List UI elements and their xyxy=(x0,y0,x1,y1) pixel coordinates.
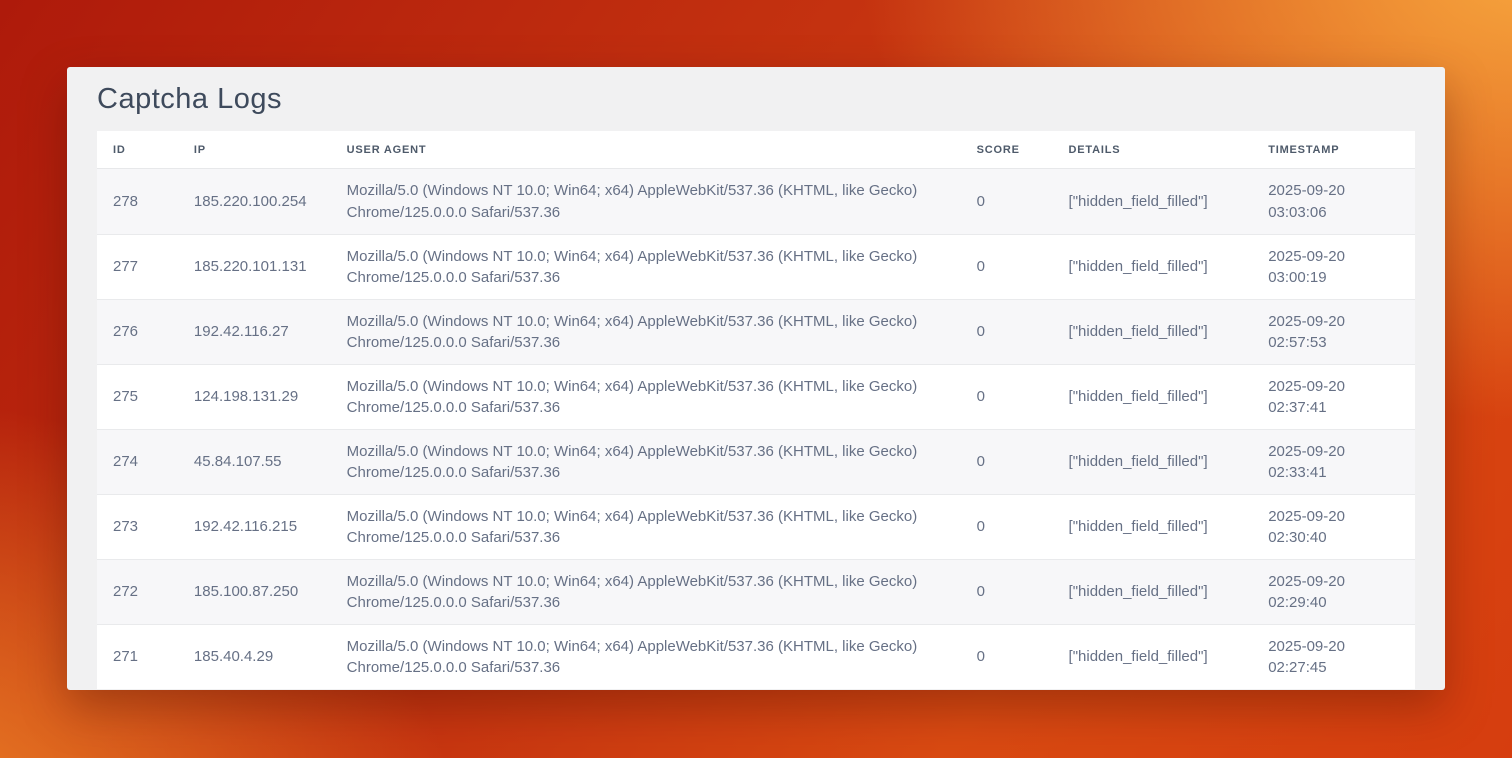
captcha-logs-table: ID IP USER AGENT SCORE DETAILS TIMESTAMP… xyxy=(97,131,1415,689)
table-row: 274 45.84.107.55 Mozilla/5.0 (Windows NT… xyxy=(97,429,1415,494)
cell-score: 0 xyxy=(961,299,1053,364)
cell-user-agent: Mozilla/5.0 (Windows NT 10.0; Win64; x64… xyxy=(331,364,961,429)
cell-ip: 185.40.4.29 xyxy=(178,624,331,689)
column-header-details: DETAILS xyxy=(1053,131,1253,169)
cell-user-agent: Mozilla/5.0 (Windows NT 10.0; Win64; x64… xyxy=(331,624,961,689)
table-row: 271 185.40.4.29 Mozilla/5.0 (Windows NT … xyxy=(97,624,1415,689)
cell-ip: 185.220.100.254 xyxy=(178,169,331,234)
cell-score: 0 xyxy=(961,234,1053,299)
cell-details: ["hidden_field_filled"] xyxy=(1053,494,1253,559)
cell-id: 271 xyxy=(97,624,178,689)
cell-timestamp: 2025-09-20 02:30:40 xyxy=(1252,494,1415,559)
column-header-id: ID xyxy=(97,131,178,169)
cell-timestamp: 2025-09-20 02:29:40 xyxy=(1252,559,1415,624)
table-header-row: ID IP USER AGENT SCORE DETAILS TIMESTAMP xyxy=(97,131,1415,169)
cell-id: 272 xyxy=(97,559,178,624)
column-header-ip: IP xyxy=(178,131,331,169)
cell-details: ["hidden_field_filled"] xyxy=(1053,559,1253,624)
cell-id: 275 xyxy=(97,364,178,429)
cell-user-agent: Mozilla/5.0 (Windows NT 10.0; Win64; x64… xyxy=(331,299,961,364)
cell-timestamp: 2025-09-20 03:03:06 xyxy=(1252,169,1415,234)
cell-user-agent: Mozilla/5.0 (Windows NT 10.0; Win64; x64… xyxy=(331,494,961,559)
column-header-user-agent: USER AGENT xyxy=(331,131,961,169)
cell-id: 273 xyxy=(97,494,178,559)
cell-ip: 45.84.107.55 xyxy=(178,429,331,494)
cell-details: ["hidden_field_filled"] xyxy=(1053,169,1253,234)
captcha-logs-card: Captcha Logs ID IP USER AGENT SCORE DETA… xyxy=(67,67,1445,690)
column-header-timestamp: TIMESTAMP xyxy=(1252,131,1415,169)
table-row: 276 192.42.116.27 Mozilla/5.0 (Windows N… xyxy=(97,299,1415,364)
cell-user-agent: Mozilla/5.0 (Windows NT 10.0; Win64; x64… xyxy=(331,234,961,299)
table-row: 277 185.220.101.131 Mozilla/5.0 (Windows… xyxy=(97,234,1415,299)
cell-id: 278 xyxy=(97,169,178,234)
cell-timestamp: 2025-09-20 02:27:45 xyxy=(1252,624,1415,689)
table-row: 278 185.220.100.254 Mozilla/5.0 (Windows… xyxy=(97,169,1415,234)
table-header: ID IP USER AGENT SCORE DETAILS TIMESTAMP xyxy=(97,131,1415,169)
cell-timestamp: 2025-09-20 02:37:41 xyxy=(1252,364,1415,429)
table-row: 275 124.198.131.29 Mozilla/5.0 (Windows … xyxy=(97,364,1415,429)
cell-user-agent: Mozilla/5.0 (Windows NT 10.0; Win64; x64… xyxy=(331,429,961,494)
cell-timestamp: 2025-09-20 02:33:41 xyxy=(1252,429,1415,494)
cell-ip: 185.100.87.250 xyxy=(178,559,331,624)
cell-score: 0 xyxy=(961,624,1053,689)
cell-user-agent: Mozilla/5.0 (Windows NT 10.0; Win64; x64… xyxy=(331,169,961,234)
table-row: 272 185.100.87.250 Mozilla/5.0 (Windows … xyxy=(97,559,1415,624)
card-content: Captcha Logs ID IP USER AGENT SCORE DETA… xyxy=(67,83,1445,689)
cell-details: ["hidden_field_filled"] xyxy=(1053,234,1253,299)
cell-id: 276 xyxy=(97,299,178,364)
cell-details: ["hidden_field_filled"] xyxy=(1053,624,1253,689)
cell-ip: 192.42.116.215 xyxy=(178,494,331,559)
cell-score: 0 xyxy=(961,429,1053,494)
cell-details: ["hidden_field_filled"] xyxy=(1053,429,1253,494)
cell-timestamp: 2025-09-20 02:57:53 xyxy=(1252,299,1415,364)
cell-id: 277 xyxy=(97,234,178,299)
page-title: Captcha Logs xyxy=(97,83,1415,116)
cell-score: 0 xyxy=(961,559,1053,624)
cell-details: ["hidden_field_filled"] xyxy=(1053,299,1253,364)
cell-score: 0 xyxy=(961,169,1053,234)
cell-id: 274 xyxy=(97,429,178,494)
cell-user-agent: Mozilla/5.0 (Windows NT 10.0; Win64; x64… xyxy=(331,559,961,624)
cell-ip: 185.220.101.131 xyxy=(178,234,331,299)
column-header-score: SCORE xyxy=(961,131,1053,169)
cell-ip: 124.198.131.29 xyxy=(178,364,331,429)
cell-score: 0 xyxy=(961,364,1053,429)
cell-details: ["hidden_field_filled"] xyxy=(1053,364,1253,429)
cell-ip: 192.42.116.27 xyxy=(178,299,331,364)
table-body: 278 185.220.100.254 Mozilla/5.0 (Windows… xyxy=(97,169,1415,689)
cell-timestamp: 2025-09-20 03:00:19 xyxy=(1252,234,1415,299)
table-row: 273 192.42.116.215 Mozilla/5.0 (Windows … xyxy=(97,494,1415,559)
cell-score: 0 xyxy=(961,494,1053,559)
